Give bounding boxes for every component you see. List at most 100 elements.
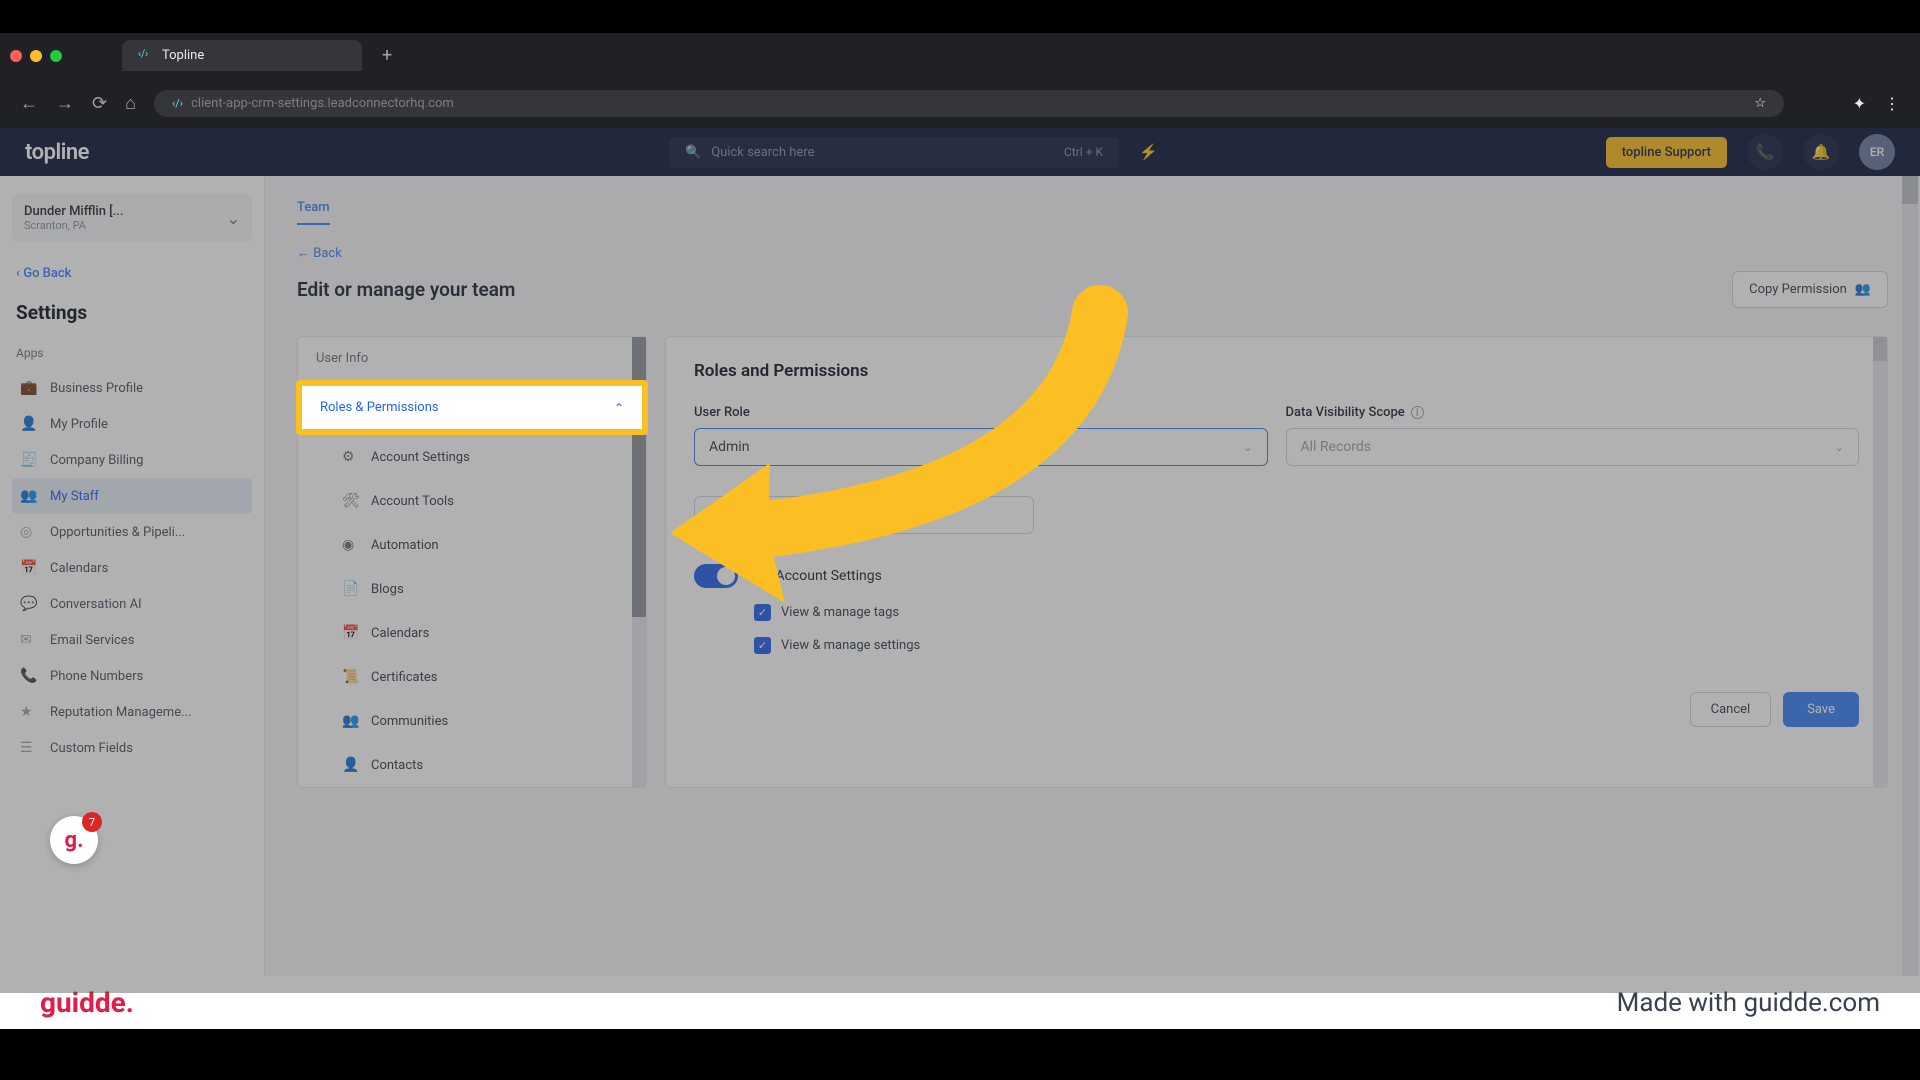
menu-icon[interactable]: ⋮ — [1884, 94, 1900, 113]
sub-item-blogs[interactable]: 📄Blogs — [298, 567, 646, 611]
sidebar-item-conversation-ai[interactable]: 💬Conversation AI — [12, 586, 252, 622]
gear-icon: ⚙ — [752, 567, 765, 585]
sub-item-label: Automation — [371, 538, 439, 553]
guidde-g-icon: g. — [65, 828, 84, 853]
sub-item-certificates[interactable]: 📜Certificates — [298, 655, 646, 699]
sidebar-item-label: Reputation Manageme... — [50, 705, 191, 720]
app-logo: topline — [25, 140, 89, 165]
sidebar-item-phone-numbers[interactable]: 📞Phone Numbers — [12, 658, 252, 694]
checkbox[interactable]: ✓ — [754, 604, 771, 621]
info-icon[interactable]: i — [1411, 406, 1424, 419]
sub-item-account-tools[interactable]: 🛠Account Tools — [298, 479, 646, 523]
check-row: ✓ View & manage settings — [694, 629, 1859, 662]
right-scrollbar[interactable] — [1873, 337, 1887, 787]
back-icon[interactable]: ← — [20, 93, 38, 114]
tab-strip: ‹/› Topline + — [0, 33, 1920, 78]
location-sub: Scranton, PA — [24, 219, 124, 232]
check-label: View & manage settings — [781, 638, 920, 653]
back-link[interactable]: ← Back — [297, 245, 1888, 261]
sub-item-calendars[interactable]: 📅 Calendars — [298, 611, 646, 655]
sidebar-item-company-billing[interactable]: 🧾Company Billing — [12, 442, 252, 478]
sidebar-item-opportunities-pipeli-[interactable]: ◎ Opportunities & Pipeli... — [12, 514, 252, 550]
sidebar-item-calendars[interactable]: 📅Calendars — [12, 550, 252, 586]
copy-permission-button[interactable]: Copy Permission 👥 — [1732, 271, 1888, 308]
address-bar: ← → ⟳ ⌂ ‹/› client-app-crm-settings.lead… — [0, 78, 1920, 128]
sub-item-icon: 📅 — [342, 625, 359, 641]
toggle-account-settings[interactable] — [694, 564, 738, 588]
go-back-link[interactable]: ‹ Go Back — [12, 260, 252, 287]
sidebar-item-reputation-manageme-[interactable]: ★ Reputation Manageme... — [12, 694, 252, 730]
bolt-icon[interactable]: ⚡ — [1139, 143, 1158, 161]
site-info-icon: ‹/› — [172, 97, 183, 110]
search-input[interactable]: 🔍 Quick search here Ctrl + K — [669, 137, 1119, 168]
sidebar-item-email-services[interactable]: ✉Email Services — [12, 622, 252, 658]
sidebar-item-icon: 💼 — [20, 380, 38, 396]
made-with-text: Made with guidde.com — [1617, 988, 1880, 1018]
app-container: topline 🔍 Quick search here Ctrl + K ⚡ t… — [0, 128, 1920, 976]
chevron-up-icon: ⌃ — [614, 401, 624, 415]
guidde-count-badge: 7 — [82, 812, 102, 832]
user-role-label: User Role — [694, 405, 1268, 420]
location-selector[interactable]: Dunder Mifflin [... Scranton, PA ⌄ — [12, 194, 252, 242]
letterbox-top — [0, 0, 1920, 33]
account-settings-toggle-row: ⚙ Account Settings — [694, 564, 1859, 588]
sub-item-contacts[interactable]: 👤Contacts — [298, 743, 646, 787]
sub-item-automation[interactable]: ◉ Automation — [298, 523, 646, 567]
sidebar-item-icon: ☰ — [20, 740, 38, 756]
check-label: View & manage tags — [781, 605, 899, 620]
page-scrollbar[interactable] — [1902, 176, 1918, 976]
support-button[interactable]: topline Support — [1606, 137, 1727, 168]
browser-tab[interactable]: ‹/› Topline — [122, 40, 362, 71]
sub-item-label: Calendars — [371, 626, 429, 641]
url-text: client-app-crm-settings.leadconnectorhq.… — [191, 96, 454, 111]
save-button[interactable]: Save — [1783, 692, 1859, 727]
reload-icon[interactable]: ⟳ — [92, 93, 107, 114]
sidebar-item-business-profile[interactable]: 💼Business Profile — [12, 370, 252, 406]
tab-team[interactable]: Team — [297, 200, 330, 225]
home-icon[interactable]: ⌂ — [125, 93, 136, 114]
sidebar-item-icon: 👤 — [20, 416, 38, 432]
roles-permissions-item[interactable]: Roles & Permissions ⌃ — [302, 386, 642, 429]
new-tab-button[interactable]: + — [382, 45, 392, 66]
chevron-down-icon: ⌄ — [1243, 441, 1252, 454]
browser-chrome: ‹/› Topline + ← → ⟳ ⌂ ‹/› client-app-crm… — [0, 33, 1920, 128]
sub-item-icon: 🛠 — [342, 493, 359, 509]
panel-title: Roles and Permissions — [694, 361, 1859, 381]
phone-icon[interactable]: 📞 — [1747, 134, 1783, 170]
close-window-icon[interactable] — [10, 50, 22, 62]
extension-icons: ✦ ⋮ — [1853, 94, 1900, 113]
sidebar-item-icon: ★ — [20, 704, 38, 720]
sidebar-item-icon: 👥 — [20, 488, 38, 504]
url-field[interactable]: ‹/› client-app-crm-settings.leadconnecto… — [154, 90, 1784, 117]
scope-select[interactable]: All Records ⌄ — [1286, 428, 1860, 466]
checkbox[interactable]: ✓ — [754, 637, 771, 654]
user-role-select[interactable]: Admin ⌄ — [694, 428, 1268, 466]
sidebar-item-icon: ◎ — [20, 524, 38, 540]
sub-item-label: Account Settings — [371, 450, 470, 465]
sub-item-communities[interactable]: 👥Communities — [298, 699, 646, 743]
extensions-icon[interactable]: ✦ — [1853, 94, 1866, 113]
bookmark-icon[interactable]: ☆ — [1754, 96, 1766, 111]
user-info-header[interactable]: User Info — [298, 337, 646, 380]
sidebar-item-icon: 📞 — [20, 668, 38, 684]
sidebar-item-label: Calendars — [50, 561, 108, 576]
sidebar-item-label: Opportunities & Pipeli... — [50, 525, 185, 540]
sidebar-item-my-profile[interactable]: 👤My Profile — [12, 406, 252, 442]
bell-icon[interactable]: 🔔 — [1803, 134, 1839, 170]
sidebar-item-custom-fields[interactable]: ☰Custom Fields — [12, 730, 252, 766]
sidebar-item-my-staff[interactable]: 👥My Staff — [12, 478, 252, 514]
sidebar-item-label: Email Services — [50, 633, 134, 648]
chevron-down-icon: ⌄ — [227, 209, 240, 228]
cancel-button[interactable]: Cancel — [1690, 692, 1772, 727]
sidebar-item-label: Conversation AI — [50, 597, 142, 612]
sidebar-item-label: Company Billing — [50, 453, 143, 468]
sub-item-icon: ◉ — [342, 537, 359, 553]
guidde-widget[interactable]: g. 7 — [50, 816, 98, 864]
permissions-search-input[interactable]: 🔍 Search — [694, 496, 1034, 534]
minimize-window-icon[interactable] — [30, 50, 42, 62]
forward-icon[interactable]: → — [56, 93, 74, 114]
sub-item-account-settings[interactable]: ⚙Account Settings — [298, 435, 646, 479]
chevron-down-icon: ⌄ — [1835, 441, 1844, 454]
maximize-window-icon[interactable] — [50, 50, 62, 62]
avatar[interactable]: ER — [1859, 134, 1895, 170]
